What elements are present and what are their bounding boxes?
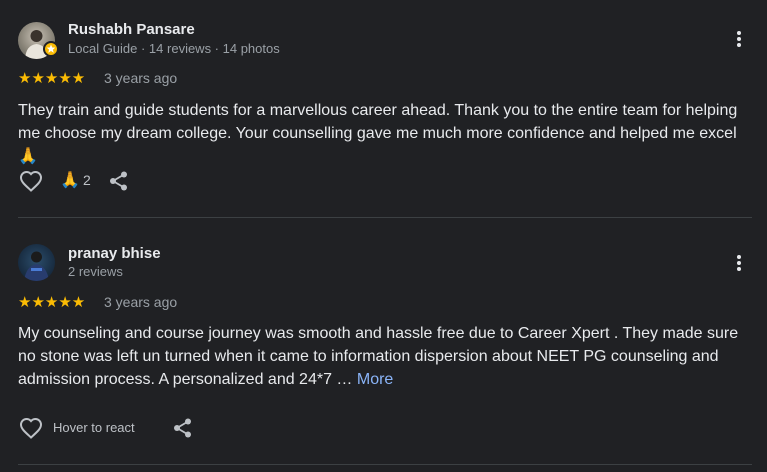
heart-icon: [19, 417, 43, 439]
reviewer-name[interactable]: Rushabh Pansare: [68, 21, 195, 38]
reaction-emoji[interactable]: 🙏: [60, 170, 80, 190]
share-button[interactable]: [172, 417, 194, 444]
review-time: 3 years ago: [104, 294, 178, 310]
avatar[interactable]: [18, 244, 55, 281]
reviewer-meta: Local Guide · 14 reviews · 14 photos: [68, 41, 280, 56]
like-button[interactable]: [19, 170, 43, 197]
like-button[interactable]: [19, 417, 43, 444]
reviewer-meta: 2 reviews: [68, 264, 123, 279]
star-rating: ★★★★★: [18, 294, 86, 311]
divider: [18, 217, 752, 218]
more-link[interactable]: More: [357, 371, 393, 388]
star-rating: ★★★★★: [18, 70, 86, 87]
reviewer-name[interactable]: pranay bhise: [68, 245, 161, 262]
divider: [18, 464, 752, 465]
review-text: They train and guide students for a marv…: [18, 102, 738, 165]
review-text: My counseling and course journey was smo…: [18, 322, 758, 391]
share-icon: [110, 171, 127, 191]
local-guide-badge-icon: [43, 41, 59, 57]
share-icon: [174, 418, 191, 438]
more-vert-icon[interactable]: [729, 253, 749, 277]
more-vert-icon[interactable]: [729, 29, 749, 53]
heart-icon: [19, 170, 43, 192]
share-button[interactable]: [108, 170, 130, 197]
reaction-count: 2: [83, 172, 91, 188]
review-time: 3 years ago: [104, 70, 178, 86]
hover-to-react-label: Hover to react: [53, 420, 135, 435]
